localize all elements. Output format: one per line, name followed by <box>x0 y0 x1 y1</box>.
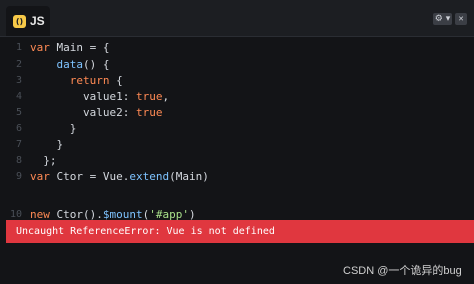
tab-js[interactable]: () JS <box>6 6 50 36</box>
close-button[interactable]: ✕ <box>455 13 467 25</box>
code-text: value2: true <box>82 106 163 119</box>
code-line[interactable]: 2 data() { <box>0 57 474 73</box>
code-line[interactable]: 5 value2: true <box>0 105 474 121</box>
settings-button[interactable]: ⚙ ▾ <box>433 13 452 25</box>
code-text: return { <box>69 74 123 87</box>
tab-label: JS <box>30 14 45 28</box>
code-line[interactable]: 1 var Main = { <box>0 40 474 56</box>
code-text: var Main = { <box>30 41 110 54</box>
code-editor[interactable]: Uncaught ReferenceError: Vue is not defi… <box>0 37 474 284</box>
code-line[interactable]: 10 new Ctor().$mount('#app') <box>0 207 474 223</box>
code-text: data() { <box>56 58 110 71</box>
js-icon: () <box>13 14 26 28</box>
line-number: 8 <box>15 155 22 166</box>
editor-header: () JS ⚙ ▾ ✕ <box>0 0 474 37</box>
code-text: var Ctor = Vue.extend(Main) <box>30 170 209 183</box>
watermark: CSDN @一个诡异的bug <box>343 265 462 277</box>
code-text: new Ctor().$mount('#app') <box>30 208 196 221</box>
code-text: }; <box>43 154 57 167</box>
line-number: 10 <box>10 209 23 220</box>
line-number: 6 <box>15 123 22 134</box>
line-number: 1 <box>15 42 22 53</box>
code-line[interactable]: 6 } <box>0 121 474 137</box>
line-number: 3 <box>15 75 22 86</box>
code-text: } <box>56 138 64 151</box>
line-number: 5 <box>15 107 22 118</box>
line-number: 2 <box>15 59 22 70</box>
code-line[interactable]: 8 }; <box>0 153 474 169</box>
line-number: 4 <box>15 91 22 102</box>
code-line[interactable]: 3 return { <box>0 73 474 89</box>
code-line[interactable]: 7 } <box>0 137 474 153</box>
error-message: Uncaught ReferenceError: Vue is not defi… <box>6 220 474 243</box>
code-line[interactable]: 9 var Ctor = Vue.extend(Main) <box>0 169 474 185</box>
line-number: 7 <box>15 139 22 150</box>
code-text: value1: true, <box>82 90 170 103</box>
code-line[interactable]: 4 value1: true, <box>0 89 474 105</box>
code-text: } <box>69 122 77 135</box>
line-number: 9 <box>15 171 22 182</box>
